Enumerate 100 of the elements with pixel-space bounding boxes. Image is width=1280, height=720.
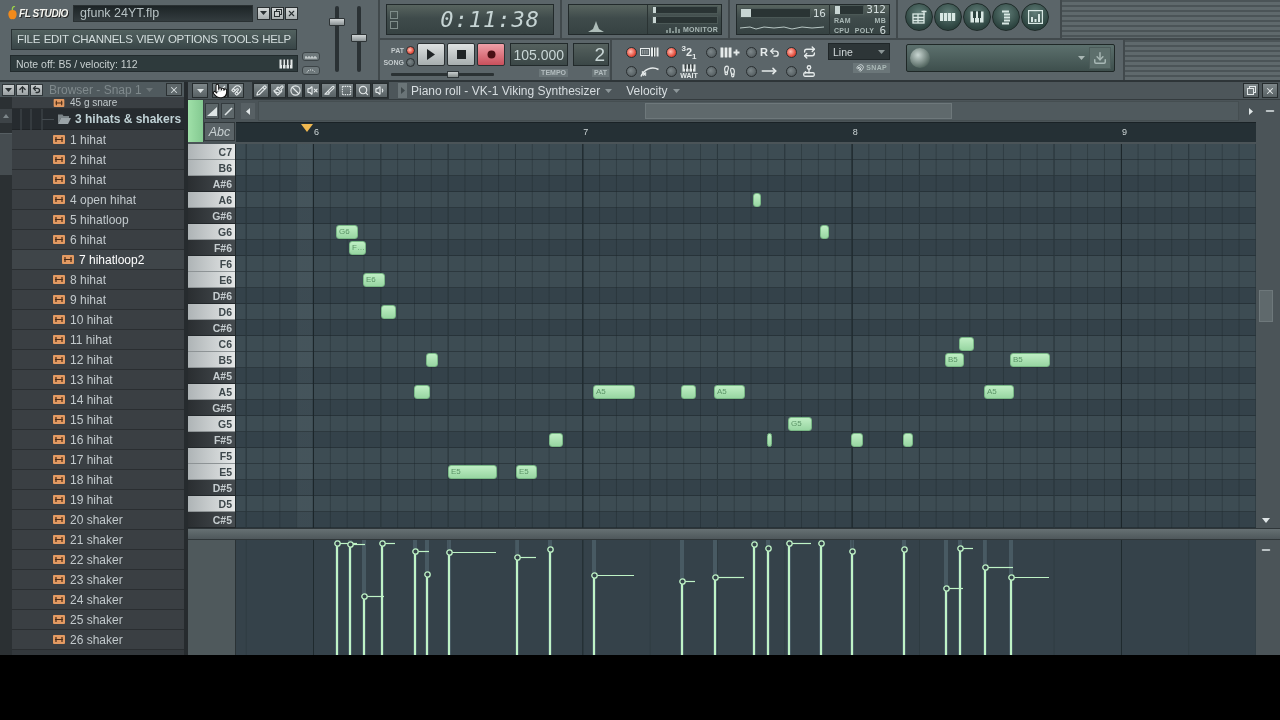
browser-item[interactable]: 7 hihatloop2: [12, 250, 184, 270]
browser-item[interactable]: 10 hihat: [12, 310, 184, 330]
piano-key[interactable]: A6: [188, 192, 235, 208]
velocity-handle[interactable]: [981, 564, 1013, 572]
browser-item[interactable]: 4 open hihat: [12, 190, 184, 210]
delete-tool-button[interactable]: [287, 83, 303, 98]
piano-key[interactable]: F6: [188, 256, 235, 272]
back-button[interactable]: [30, 83, 43, 96]
note-block[interactable]: [549, 433, 563, 447]
note-block[interactable]: [767, 433, 772, 447]
piano-key[interactable]: G#6: [188, 208, 235, 224]
piano-key[interactable]: E6: [188, 272, 235, 288]
tempo-display[interactable]: 105.000: [510, 43, 568, 66]
recall-button[interactable]: R: [759, 43, 781, 61]
browser-item[interactable]: 3 hihat: [12, 170, 184, 190]
vertical-scrollbar[interactable]: [0, 97, 12, 655]
velocity-handle[interactable]: [346, 541, 365, 549]
options-button[interactable]: [192, 83, 208, 98]
piano-key[interactable]: D6: [188, 304, 235, 320]
browser-item[interactable]: 26 shaker: [12, 630, 184, 650]
browser-item[interactable]: 22 shaker: [12, 550, 184, 570]
horizontal-scrollbar[interactable]: [258, 101, 1239, 121]
playlist-button[interactable]: [905, 3, 933, 31]
browser-item[interactable]: 45 g snare: [12, 97, 184, 109]
scroll-left-button[interactable]: [241, 103, 255, 119]
velocity-handle[interactable]: [590, 572, 634, 580]
mute-tool-button[interactable]: [304, 83, 320, 98]
toggle-led[interactable]: [786, 46, 797, 58]
piano-key[interactable]: B6: [188, 160, 235, 176]
velocity-handle[interactable]: [956, 544, 973, 552]
browser-item[interactable]: 13 hihat: [12, 370, 184, 390]
velocity-handle[interactable]: [711, 574, 744, 582]
toggle-led[interactable]: [746, 46, 757, 58]
menu-item[interactable]: CHANNELS: [72, 31, 133, 48]
velocity-handle[interactable]: [1007, 574, 1049, 582]
dots-button[interactable]: [302, 52, 320, 61]
piano-key[interactable]: C7: [188, 144, 235, 160]
up-button[interactable]: [16, 83, 29, 96]
browser-button[interactable]: [992, 3, 1020, 31]
browser-item[interactable]: 5 hihatloop: [12, 210, 184, 230]
mixer-button[interactable]: [1021, 3, 1049, 31]
restore-button[interactable]: [1243, 83, 1259, 98]
countdown-button[interactable]: $^{3}$2$_{1}$: [679, 43, 699, 61]
piano-key[interactable]: E5: [188, 464, 235, 480]
piano-roll-button[interactable]: [963, 3, 991, 31]
toggle-led[interactable]: [706, 65, 717, 77]
window-menu-button[interactable]: [257, 6, 270, 20]
note-block[interactable]: [820, 225, 829, 239]
browser-item[interactable]: 16 hihat: [12, 430, 184, 450]
browser-item[interactable]: 2 hihat: [12, 150, 184, 170]
piano-key[interactable]: B5: [188, 352, 235, 368]
piano-key[interactable]: F#6: [188, 240, 235, 256]
piano-key[interactable]: G6: [188, 224, 235, 240]
browser-item[interactable]: 9 hihat: [12, 290, 184, 310]
close-button[interactable]: [166, 83, 182, 96]
browser-item[interactable]: 17 hihat: [12, 450, 184, 470]
menu-item[interactable]: TOOLS: [221, 31, 259, 48]
close-button[interactable]: [285, 6, 298, 20]
scrollbar-thumb[interactable]: [645, 103, 952, 119]
browser-item[interactable]: 1 hihat: [12, 130, 184, 150]
browser-item[interactable]: 23 shaker: [12, 570, 184, 590]
note-names-button[interactable]: Abc: [204, 122, 235, 141]
piano-key[interactable]: F5: [188, 448, 235, 464]
browser-item[interactable]: 25 shaker: [12, 610, 184, 630]
velocity-handle[interactable]: [513, 553, 536, 561]
piano-key[interactable]: G#5: [188, 400, 235, 416]
piano-key[interactable]: A5: [188, 384, 235, 400]
note-block[interactable]: [753, 193, 761, 207]
zoom-tool-button[interactable]: [355, 83, 371, 98]
piano-key[interactable]: C#6: [188, 320, 235, 336]
browser-item[interactable]: 11 hihat: [12, 330, 184, 350]
toggle-led[interactable]: [706, 46, 717, 58]
draw-line-button[interactable]: [221, 103, 235, 119]
scrollbar-thumb[interactable]: [0, 133, 12, 175]
play-button[interactable]: [417, 43, 445, 66]
toggle-led[interactable]: [626, 65, 637, 77]
position-slider[interactable]: [391, 73, 494, 76]
browser-item[interactable]: 14 hihat: [12, 390, 184, 410]
collapse-button[interactable]: [2, 83, 15, 96]
velocity-handle[interactable]: [817, 540, 828, 547]
browser-item[interactable]: 20 shaker: [12, 510, 184, 530]
scrollbar-thumb[interactable]: [1259, 290, 1273, 322]
piano-key[interactable]: D#6: [188, 288, 235, 304]
velocity-lane[interactable]: [236, 540, 1256, 655]
note-block[interactable]: [414, 385, 430, 399]
browser-item[interactable]: 15 hihat: [12, 410, 184, 430]
scroll-up-button[interactable]: [0, 109, 12, 123]
note-block[interactable]: [903, 433, 913, 447]
browser-item[interactable]: 8 hihat: [12, 270, 184, 290]
velocity-handle[interactable]: [411, 548, 429, 555]
browser-item[interactable]: 18 hihat: [12, 470, 184, 490]
toggle-led[interactable]: [666, 46, 677, 58]
note-block[interactable]: [381, 305, 396, 319]
browser-folder[interactable]: 3 hihats & shakers: [12, 109, 184, 130]
menu-item[interactable]: FILE: [17, 31, 41, 48]
slider-handle[interactable]: [329, 17, 345, 26]
toggle-led[interactable]: [746, 65, 757, 77]
slider-handle[interactable]: [351, 33, 367, 42]
menu-item[interactable]: EDIT: [43, 31, 69, 48]
toggle-led[interactable]: [666, 65, 677, 77]
